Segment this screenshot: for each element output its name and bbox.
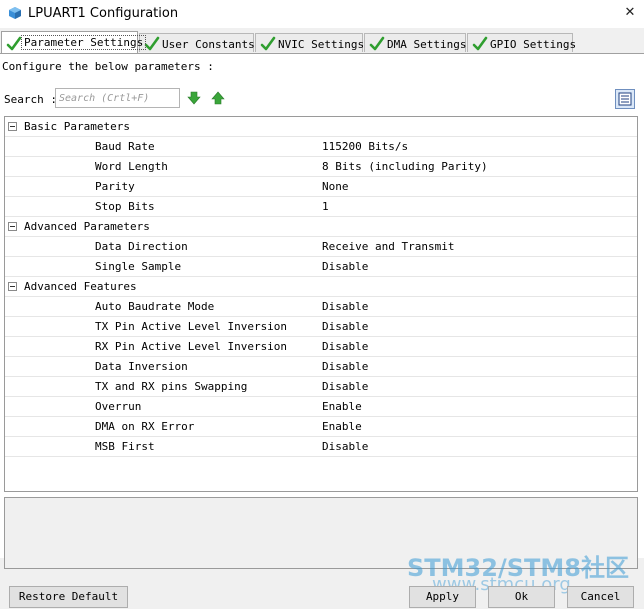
tab-label: DMA Settings: [387, 38, 467, 51]
tab-nvic-settings[interactable]: NVIC Settings: [255, 33, 365, 52]
tab-label: GPIO Settings: [490, 38, 577, 51]
param-value[interactable]: Disable: [322, 360, 368, 373]
group-name: Advanced Features: [24, 280, 137, 293]
param-row-stop-bits[interactable]: Stop Bits 1: [5, 197, 637, 217]
param-value[interactable]: 8 Bits (including Parity): [322, 160, 488, 173]
tab-label: User Constants: [162, 38, 255, 51]
param-value[interactable]: None: [322, 180, 349, 193]
tab-user-constants[interactable]: User Constants: [139, 33, 255, 52]
cancel-button[interactable]: Cancel: [567, 586, 634, 608]
param-value[interactable]: Disable: [322, 260, 368, 273]
collapse-icon[interactable]: [8, 282, 17, 291]
param-name: DMA on RX Error: [95, 420, 195, 433]
param-name: RX Pin Active Level Inversion: [95, 340, 288, 353]
cube-icon: [9, 7, 21, 19]
param-name: Stop Bits: [95, 200, 155, 213]
param-name: Overrun: [95, 400, 142, 413]
parameter-grid: Basic Parameters Baud Rate 115200 Bits/s…: [4, 116, 638, 492]
param-name: Single Sample: [95, 260, 182, 273]
param-name: Word Length: [95, 160, 168, 173]
ok-button[interactable]: Ok: [488, 586, 555, 608]
list-view-icon: [618, 92, 632, 106]
param-row-overrun[interactable]: Overrun Enable: [5, 397, 637, 417]
param-row-pins-swapping[interactable]: TX and RX pins Swapping Disable: [5, 377, 637, 397]
param-row-rx-pin-inversion[interactable]: RX Pin Active Level Inversion Disable: [5, 337, 637, 357]
tab-gpio-settings[interactable]: GPIO Settings: [467, 33, 577, 52]
param-value[interactable]: Disable: [322, 300, 368, 313]
tab-parameter-settings[interactable]: Parameter Settings: [1, 31, 147, 53]
apply-button[interactable]: Apply: [409, 586, 476, 608]
title-bar: LPUART1 Configuration ✕: [0, 0, 644, 28]
param-value[interactable]: 1: [322, 200, 329, 213]
param-name: TX and RX pins Swapping: [95, 380, 248, 393]
group-name: Basic Parameters: [24, 120, 130, 133]
param-value[interactable]: Enable: [322, 400, 362, 413]
group-advanced-features[interactable]: Advanced Features: [5, 277, 637, 297]
checkmark-icon: [260, 36, 276, 51]
arrow-down-icon[interactable]: [187, 91, 201, 105]
param-row-baud-rate[interactable]: Baud Rate 115200 Bits/s: [5, 137, 637, 157]
restore-default-button[interactable]: Restore Default: [9, 586, 128, 608]
arrow-up-icon[interactable]: [211, 91, 225, 105]
search-field: [55, 88, 180, 108]
param-row-msb-first[interactable]: MSB First Disable: [5, 437, 637, 457]
param-row-auto-baudrate-mode[interactable]: Auto Baudrate Mode Disable: [5, 297, 637, 317]
checkmark-icon: [144, 36, 160, 51]
param-name: Data Inversion: [95, 360, 188, 373]
param-value[interactable]: Disable: [322, 320, 368, 333]
param-value[interactable]: 115200 Bits/s: [322, 140, 408, 153]
group-name: Advanced Parameters: [24, 220, 150, 233]
group-basic-parameters[interactable]: Basic Parameters: [5, 117, 637, 137]
param-name: TX Pin Active Level Inversion: [95, 320, 288, 333]
param-value[interactable]: Disable: [322, 340, 368, 353]
param-name: Auto Baudrate Mode: [95, 300, 215, 313]
search-input[interactable]: [59, 90, 177, 106]
group-advanced-parameters[interactable]: Advanced Parameters: [5, 217, 637, 237]
close-icon[interactable]: ✕: [622, 5, 638, 21]
view-toggle-button[interactable]: [615, 89, 635, 109]
checkmark-icon: [6, 36, 22, 51]
search-label: Search :: [4, 93, 57, 106]
tab-bar: Parameter Settings User Constants NVIC S…: [0, 31, 644, 53]
param-row-data-inversion[interactable]: Data Inversion Disable: [5, 357, 637, 377]
param-name: Data Direction: [95, 240, 188, 253]
configure-instructions: Configure the below parameters :: [2, 60, 214, 73]
param-row-tx-pin-inversion[interactable]: TX Pin Active Level Inversion Disable: [5, 317, 637, 337]
param-value[interactable]: Disable: [322, 440, 368, 453]
checkmark-icon: [369, 36, 385, 51]
checkmark-icon: [472, 36, 488, 51]
param-name: MSB First: [95, 440, 155, 453]
param-name: Baud Rate: [95, 140, 155, 153]
collapse-icon[interactable]: [8, 222, 17, 231]
param-value[interactable]: Enable: [322, 420, 362, 433]
param-row-data-direction[interactable]: Data Direction Receive and Transmit: [5, 237, 637, 257]
param-row-dma-on-rx-error[interactable]: DMA on RX Error Enable: [5, 417, 637, 437]
window-title: LPUART1 Configuration: [28, 6, 179, 21]
param-value[interactable]: Receive and Transmit: [322, 240, 454, 253]
tab-label: Parameter Settings: [21, 35, 147, 50]
param-row-single-sample[interactable]: Single Sample Disable: [5, 257, 637, 277]
param-value[interactable]: Disable: [322, 380, 368, 393]
param-name: Parity: [95, 180, 135, 193]
collapse-icon[interactable]: [8, 122, 17, 131]
tab-dma-settings[interactable]: DMA Settings: [364, 33, 466, 52]
tab-label: NVIC Settings: [278, 38, 365, 51]
param-row-parity[interactable]: Parity None: [5, 177, 637, 197]
param-row-word-length[interactable]: Word Length 8 Bits (including Parity): [5, 157, 637, 177]
